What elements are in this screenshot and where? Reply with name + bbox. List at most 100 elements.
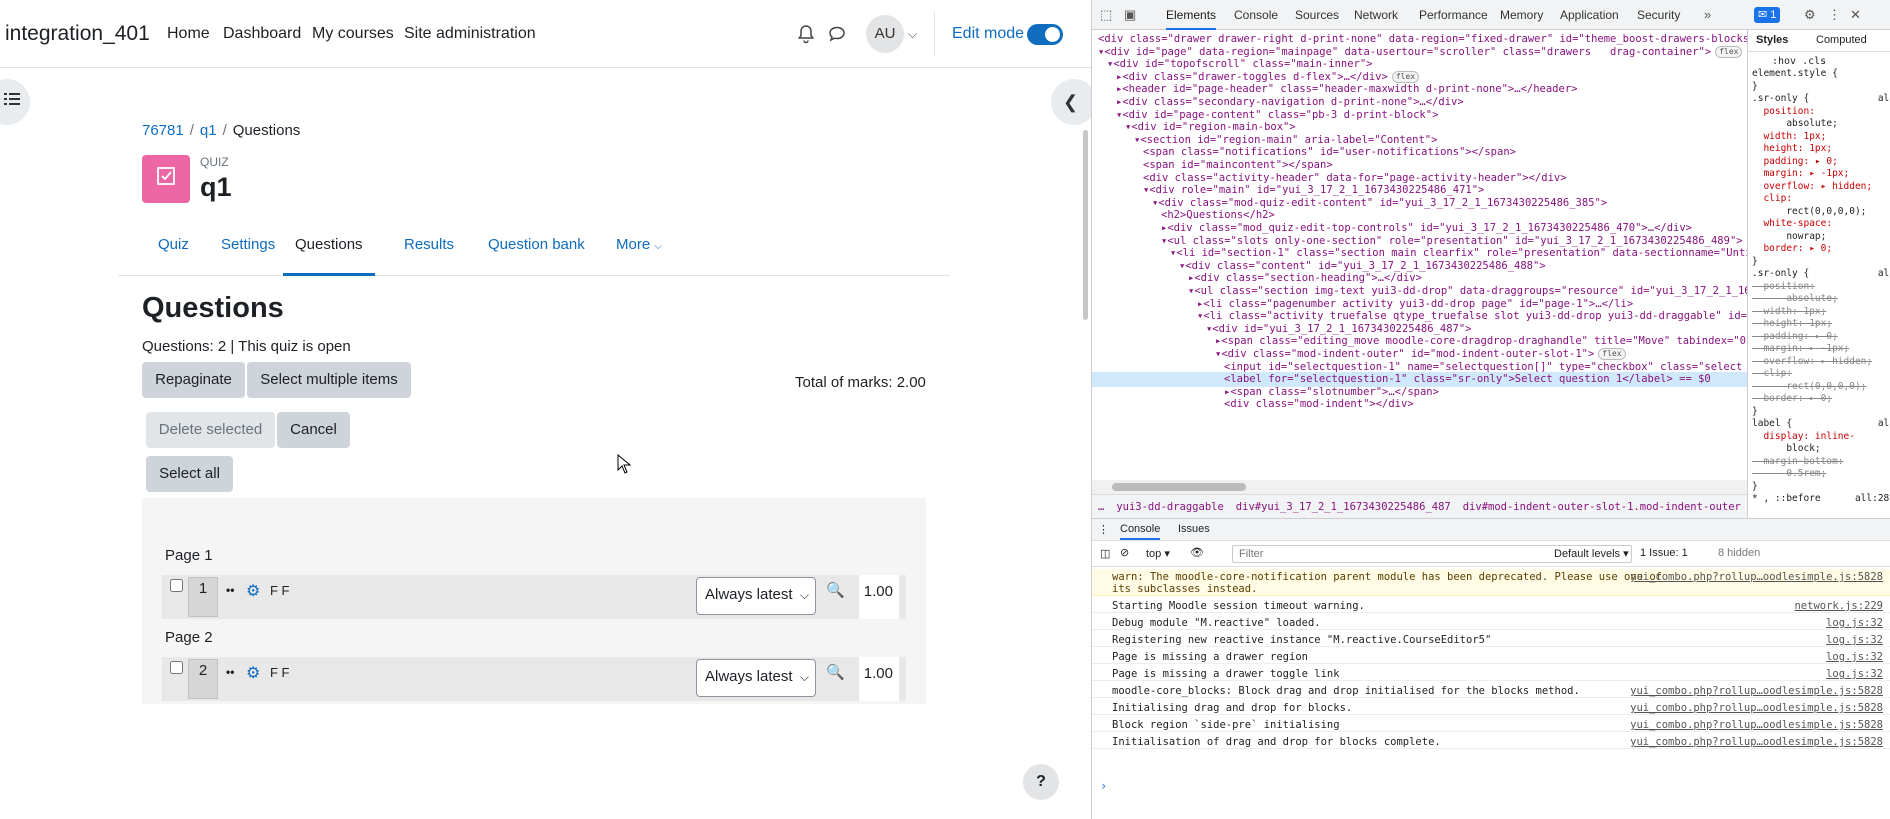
tab-network[interactable]: Network — [1354, 8, 1398, 22]
dom-breadcrumb-item[interactable]: yui3-dd-draggable — [1116, 501, 1223, 513]
kebab-menu-icon[interactable]: ⋮ — [1828, 7, 1841, 23]
gear-icon[interactable]: ⚙ — [1804, 7, 1816, 23]
question-name[interactable]: F F — [270, 665, 290, 680]
version-select[interactable]: Always latest ⌵ — [696, 659, 816, 697]
more-tabs-icon[interactable]: » — [1704, 7, 1711, 22]
style-declaration: absolute; — [1752, 118, 1838, 129]
log-levels-select[interactable]: Default levels ▾ — [1554, 547, 1629, 560]
tab-more[interactable]: More ⌵ — [616, 228, 662, 276]
drag-handle-icon[interactable]: •• — [226, 665, 234, 679]
tab-results[interactable]: Results — [404, 228, 454, 276]
clear-console-icon[interactable]: ⊘ — [1120, 546, 1129, 559]
eye-icon[interactable]: 👁 — [1190, 546, 1204, 559]
dom-node-text: ▾<li class="activity truefalse qtype_tru… — [1197, 310, 1747, 323]
edit-mode-toggle[interactable] — [1027, 24, 1063, 45]
nav-my-courses[interactable]: My courses — [312, 25, 394, 43]
select-multiple-items-button[interactable]: Select multiple items — [247, 362, 411, 398]
select-question-1-checkbox[interactable] — [170, 579, 183, 592]
dom-breadcrumb-item[interactable]: div#yui_3_17_2_1_1673430225486_487 — [1236, 501, 1451, 513]
styles-filter-toggles[interactable]: :hov .cls — [1772, 56, 1826, 67]
console-source-link[interactable]: log.js:32 — [1826, 634, 1883, 646]
elements-tree[interactable]: <div class="drawer drawer-right d-print-… — [1092, 30, 1747, 480]
nav-home[interactable]: Home — [167, 25, 210, 43]
page-scrollbar[interactable] — [1083, 130, 1088, 320]
dom-node[interactable]: <div class="mod-indent"></div> — [1092, 397, 1747, 412]
console-message-text: Page is missing a drawer toggle link — [1112, 668, 1340, 680]
select-all-button[interactable]: Select all — [146, 456, 233, 492]
bell-icon[interactable] — [797, 24, 817, 44]
max-mark[interactable]: 1.00 — [859, 575, 899, 619]
console-source-link[interactable]: yui_combo.php?rollup…oodlesimple.js:5828 — [1630, 702, 1883, 714]
gear-icon[interactable]: ⚙ — [246, 581, 260, 601]
tab-application[interactable]: Application — [1560, 8, 1619, 22]
chat-icon[interactable] — [827, 24, 847, 44]
console-prompt-icon[interactable]: › — [1100, 779, 1107, 793]
tab-issues[interactable]: Issues — [1178, 523, 1210, 535]
breadcrumb-course[interactable]: 76781 — [142, 122, 184, 139]
chevron-down-icon[interactable]: ⌵ — [908, 27, 928, 47]
console-source-link[interactable]: yui_combo.php?rollup…oodlesimple.js:5828 — [1630, 571, 1883, 583]
max-mark[interactable]: 1.00 — [859, 657, 899, 701]
sidebar-toggle-icon[interactable]: ◫ — [1100, 547, 1110, 560]
layout-badge[interactable]: flex — [1391, 70, 1420, 83]
hidden-count: 8 hidden — [1718, 547, 1761, 559]
dom-node-text: <div class="drawer drawer-right d-print-… — [1098, 33, 1747, 45]
device-toolbar-icon[interactable]: ▣ — [1124, 7, 1136, 23]
console-source-link[interactable]: network.js:229 — [1794, 600, 1883, 612]
tab-questions[interactable]: Questions — [283, 228, 375, 276]
console-message: Initialising drag and drop for blocks. yu… — [1092, 700, 1890, 715]
tab-performance[interactable]: Performance — [1419, 8, 1488, 22]
tab-question-bank[interactable]: Question bank — [488, 228, 585, 276]
dom-breadcrumb-item[interactable]: div#mod-indent-outer-slot-1.mod-indent-o… — [1463, 501, 1741, 513]
drag-handle-icon[interactable]: •• — [226, 583, 234, 597]
block-drawer-toggle[interactable]: ❮ — [1051, 79, 1091, 125]
style-declaration: display: inline- — [1752, 430, 1855, 442]
console-source-link[interactable]: yui_combo.php?rollup…oodlesimple.js:5828 — [1630, 736, 1883, 748]
nav-dashboard[interactable]: Dashboard — [223, 25, 301, 43]
cancel-button[interactable]: Cancel — [277, 412, 350, 448]
site-name[interactable]: integration_401 — [5, 22, 150, 46]
context-select[interactable]: top ▾ — [1146, 547, 1170, 560]
preview-zoom-icon[interactable]: 🔍 — [826, 581, 845, 599]
tab-styles[interactable]: Styles — [1756, 34, 1788, 46]
tab-sources[interactable]: Sources — [1295, 8, 1339, 22]
breadcrumb-quiz[interactable]: q1 — [200, 122, 217, 139]
preview-zoom-icon[interactable]: 🔍 — [826, 663, 845, 681]
tab-security[interactable]: Security — [1637, 8, 1680, 22]
kebab-menu-icon[interactable]: ⋮ — [1098, 523, 1109, 536]
dom-node-text: ▾<li id="section-1" class="section main … — [1170, 247, 1747, 260]
elements-hscroll[interactable] — [1092, 480, 1747, 494]
tab-console[interactable]: Console — [1234, 8, 1278, 22]
close-icon[interactable]: ✕ — [1850, 7, 1861, 23]
console-source-link[interactable]: log.js:32 — [1826, 668, 1883, 680]
select-question-2-checkbox[interactable] — [170, 661, 183, 674]
nav-site-administration[interactable]: Site administration — [404, 25, 536, 43]
tab-memory[interactable]: Memory — [1500, 8, 1543, 22]
version-select[interactable]: Always latest ⌵ — [696, 577, 816, 615]
console-message: Debug module "M.reactive" loaded. log.js:… — [1092, 615, 1890, 630]
hscroll-thumb[interactable] — [1112, 483, 1246, 491]
tab-console-drawer[interactable]: Console — [1120, 523, 1161, 540]
console-source-link[interactable]: log.js:32 — [1826, 617, 1883, 629]
console-source-link[interactable]: log.js:32 — [1826, 651, 1883, 663]
course-index-drawer-toggle[interactable] — [0, 79, 30, 125]
dom-breadcrumb-item[interactable]: … — [1098, 501, 1104, 513]
layout-badge[interactable]: flex — [1715, 45, 1743, 58]
repaginate-button[interactable]: Repaginate — [142, 362, 245, 398]
console-source-link[interactable]: yui_combo.php?rollup…oodlesimple.js:5828 — [1630, 719, 1883, 731]
layout-badge[interactable]: flex — [1598, 348, 1626, 360]
issues-count[interactable]: 1 Issue: 1 — [1640, 547, 1688, 559]
delete-selected-button[interactable]: Delete selected — [146, 412, 275, 448]
issues-badge[interactable]: ✉ 1 — [1754, 7, 1781, 23]
console-source-link[interactable]: yui_combo.php?rollup…oodlesimple.js:5828 — [1630, 685, 1883, 697]
gear-icon[interactable]: ⚙ — [246, 663, 260, 683]
tab-settings[interactable]: Settings — [221, 228, 275, 276]
avatar[interactable]: AU — [866, 15, 904, 53]
inspect-element-icon[interactable]: ⬚ — [1100, 7, 1112, 23]
tab-quiz[interactable]: Quiz — [158, 228, 189, 276]
tab-elements[interactable]: Elements — [1166, 8, 1217, 30]
console-message: Page is missing a drawer toggle link log.… — [1092, 666, 1890, 681]
tab-computed[interactable]: Computed — [1816, 34, 1867, 46]
help-button[interactable]: ? — [1023, 764, 1059, 800]
question-name[interactable]: F F — [270, 583, 290, 598]
